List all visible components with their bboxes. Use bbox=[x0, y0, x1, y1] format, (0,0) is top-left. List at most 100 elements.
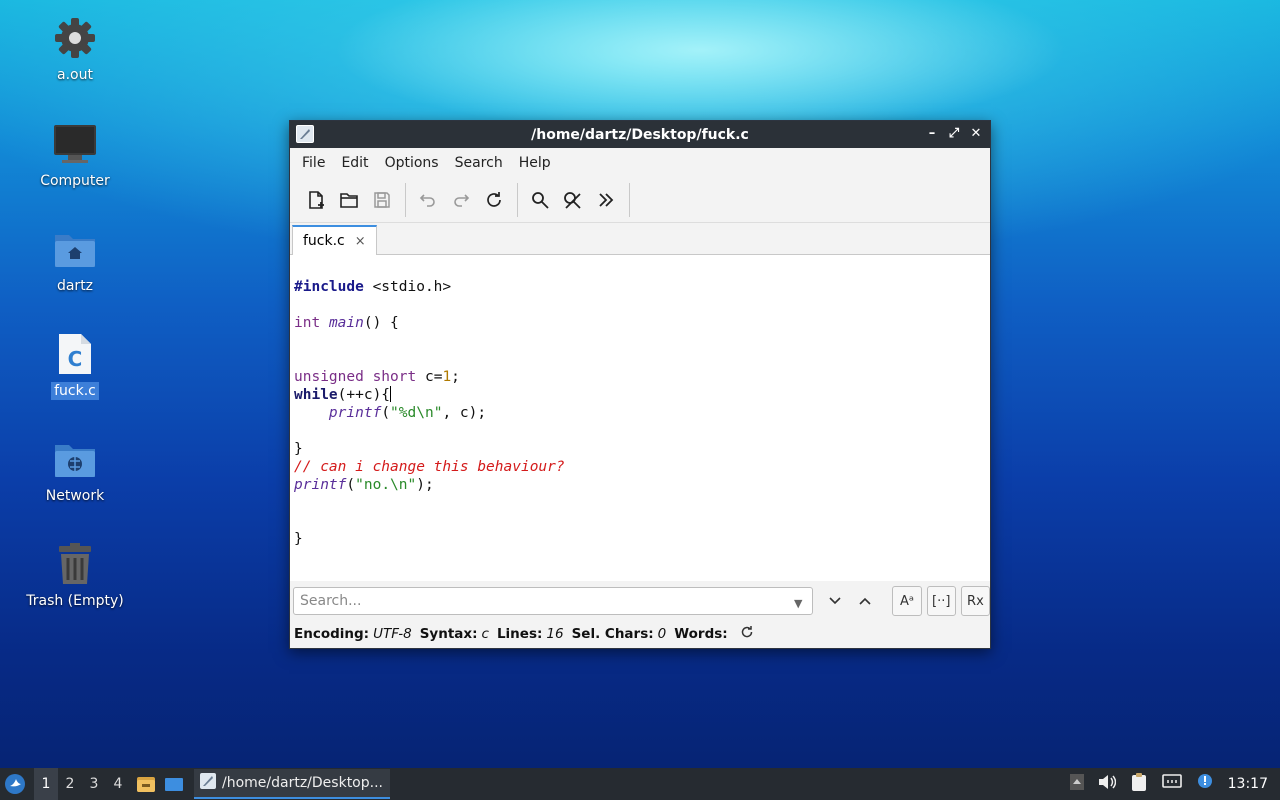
desktop-icon-label: fuck.c bbox=[51, 382, 99, 400]
menu-file[interactable]: File bbox=[294, 155, 333, 171]
gear-icon bbox=[51, 14, 99, 62]
redo-icon[interactable] bbox=[445, 184, 477, 216]
desktop-icon-network[interactable]: Network bbox=[20, 435, 130, 505]
code-line-1: #include <stdio.h> bbox=[294, 279, 452, 295]
workspace-1[interactable]: 1 bbox=[34, 768, 58, 800]
tab-label: fuck.c bbox=[303, 233, 345, 249]
undo-icon[interactable] bbox=[412, 184, 444, 216]
tab-fuck-c[interactable]: fuck.c × bbox=[292, 225, 377, 255]
status-bar: Encoding: UTF-8 Syntax: c Lines: 16 Sel. Ch… bbox=[290, 620, 990, 648]
code-editor[interactable]: #include <stdio.h> int main() { unsigned s… bbox=[290, 255, 990, 581]
encoding-label: Encoding: bbox=[294, 626, 370, 642]
menu-help[interactable]: Help bbox=[511, 155, 559, 171]
syntax-label: Syntax: bbox=[419, 626, 478, 642]
find-next-icon[interactable] bbox=[821, 587, 848, 615]
code-line-11: // can i change this behaviour? bbox=[294, 459, 565, 475]
trash-icon bbox=[51, 540, 99, 588]
lines-value: 16 bbox=[546, 626, 564, 642]
desktop-icon-fuck-c[interactable]: C fuck.c bbox=[20, 330, 130, 400]
match-case-button[interactable]: Aᵃ bbox=[892, 586, 922, 616]
minimize-icon[interactable]: – bbox=[924, 125, 940, 143]
svg-text:C: C bbox=[68, 347, 83, 371]
open-folder-icon[interactable] bbox=[333, 184, 365, 216]
tray-expand-icon[interactable] bbox=[1069, 774, 1084, 794]
whole-word-button[interactable]: [··] bbox=[926, 586, 956, 616]
selchars-label: Sel. Chars: bbox=[571, 626, 654, 642]
search-dropdown-icon[interactable]: ▼ bbox=[794, 597, 802, 610]
editor-window[interactable]: /home/dartz/Desktop/fuck.c – ⤢ ✕ File Ed… bbox=[289, 120, 991, 649]
search-bar: ▼ Aᵃ [··] Rx bbox=[290, 582, 991, 620]
code-line-12: printf("no.\n"); bbox=[294, 477, 434, 493]
desktop-icon-label: a.out bbox=[57, 67, 93, 83]
save-icon[interactable] bbox=[366, 184, 398, 216]
workspace-4[interactable]: 4 bbox=[106, 768, 130, 800]
desktop-icon-dartz[interactable]: dartz bbox=[20, 225, 130, 295]
desktop-icon-aout[interactable]: a.out bbox=[20, 14, 130, 84]
close-icon[interactable]: ✕ bbox=[968, 125, 984, 143]
tab-bar: fuck.c × bbox=[290, 223, 990, 255]
reload-icon[interactable] bbox=[478, 184, 510, 216]
desktop-icon-label: Computer bbox=[40, 173, 110, 189]
menu-edit[interactable]: Edit bbox=[333, 155, 376, 171]
start-menu-icon[interactable] bbox=[0, 768, 30, 800]
refresh-words-icon[interactable] bbox=[740, 625, 754, 643]
home-folder-icon bbox=[51, 225, 99, 273]
selchars-value: 0 bbox=[657, 626, 667, 642]
code-line-8: printf("%d\n", c); bbox=[328, 405, 487, 421]
desktop-icon-trash[interactable]: Trash (Empty) bbox=[20, 540, 130, 610]
volume-icon[interactable] bbox=[1098, 774, 1116, 794]
file-manager-launcher-icon[interactable] bbox=[134, 768, 158, 800]
code-line-7: while(++c){ bbox=[294, 386, 392, 403]
menu-options[interactable]: Options bbox=[377, 155, 447, 171]
menu-search[interactable]: Search bbox=[447, 155, 511, 171]
workspace-3[interactable]: 3 bbox=[82, 768, 106, 800]
toolbar bbox=[290, 177, 990, 223]
encoding-value: UTF-8 bbox=[373, 626, 412, 642]
code-line-3: int main() { bbox=[294, 315, 399, 331]
find-previous-icon[interactable] bbox=[851, 587, 878, 615]
syntax-value: c bbox=[481, 626, 489, 642]
text-cursor bbox=[390, 386, 392, 402]
taskbar-task-editor[interactable]: /home/dartz/Desktop... bbox=[194, 769, 390, 799]
window-title: /home/dartz/Desktop/fuck.c bbox=[531, 126, 749, 143]
toolbar-separator bbox=[629, 182, 630, 217]
replace-icon[interactable] bbox=[557, 184, 589, 216]
show-desktop-icon[interactable] bbox=[162, 768, 186, 800]
desktop-icon-label: dartz bbox=[56, 278, 94, 294]
network-wired-icon[interactable] bbox=[1161, 774, 1182, 794]
window-titlebar[interactable]: /home/dartz/Desktop/fuck.c – ⤢ ✕ bbox=[290, 121, 990, 148]
maximize-icon[interactable]: ⤢ bbox=[946, 125, 962, 143]
menubar: File Edit Options Search Help bbox=[290, 148, 990, 177]
code-line-6: unsigned short c=1; bbox=[294, 369, 460, 385]
tab-close-icon[interactable]: × bbox=[355, 234, 366, 249]
desktop-icon-label: Network bbox=[45, 488, 105, 504]
c-source-file-icon: C bbox=[51, 330, 99, 378]
featherpad-app-icon bbox=[296, 125, 314, 143]
toolbar-separator bbox=[405, 182, 406, 217]
search-input[interactable] bbox=[293, 587, 813, 615]
featherpad-task-icon bbox=[200, 773, 216, 793]
find-icon[interactable] bbox=[524, 184, 556, 216]
go-to-line-icon[interactable] bbox=[590, 184, 622, 216]
desktop-icon-computer[interactable]: Computer bbox=[20, 120, 130, 190]
taskbar: 1 2 3 4 /home/dartz/Desktop... 13:17 bbox=[0, 768, 1280, 800]
network-folder-icon bbox=[51, 435, 99, 483]
clock[interactable]: 13:17 bbox=[1228, 776, 1268, 792]
regex-button[interactable]: Rx bbox=[960, 586, 991, 616]
workspace-2[interactable]: 2 bbox=[58, 768, 82, 800]
lines-label: Lines: bbox=[496, 626, 543, 642]
new-file-icon[interactable] bbox=[300, 184, 332, 216]
code-line-10: } bbox=[294, 441, 303, 457]
clipboard-icon[interactable] bbox=[1130, 772, 1148, 796]
task-label: /home/dartz/Desktop... bbox=[222, 775, 383, 791]
update-notification-icon[interactable] bbox=[1196, 773, 1214, 795]
toolbar-separator bbox=[517, 182, 518, 217]
desktop-icon-label: Trash (Empty) bbox=[26, 593, 124, 609]
system-tray: 13:17 bbox=[1069, 768, 1280, 800]
